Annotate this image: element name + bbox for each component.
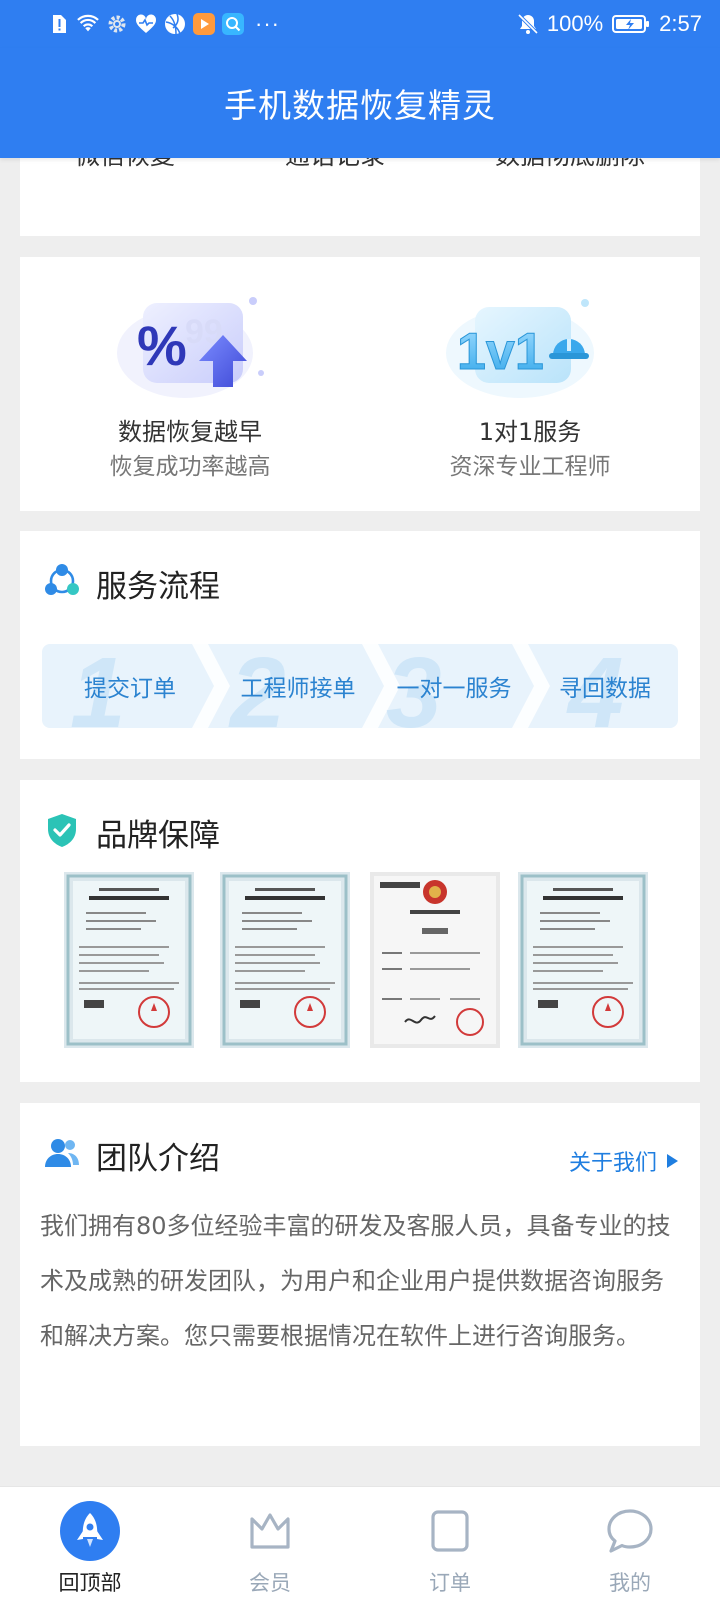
search-app-icon [222,13,244,35]
section-title: 品牌保障 [96,818,220,854]
nav-back-to-top[interactable]: 回顶部 [0,1487,180,1600]
nav-mine[interactable]: 我的 [540,1487,720,1600]
nav-label: 我的 [609,1571,651,1595]
battery-percent: 100% [546,11,604,36]
step-label: 提交订单 [84,676,176,702]
bottom-navigation: 回顶部 会员 订单 我的 [0,1486,720,1600]
status-bar: ··· 100% 2:57 [0,0,720,48]
page-title: 手机数据恢复精灵 [224,86,496,125]
process-steps: 1 提交订单 2 工程师接单 3 一对一服务 4 寻回数据 [42,637,678,749]
team-intro-card: 团队介绍 关于我们 我们拥有80多位经验丰富的研发及客服人员，具备专业的技术及成… [20,1103,700,1446]
nav-orders[interactable]: 订单 [360,1487,540,1600]
feature-title: 数据恢复越早 [118,418,262,446]
process-step: 1 提交订单 [42,637,218,749]
svg-text:%: % [137,314,187,377]
features-card: 99 % 数据恢复越早 恢复成功率越高 1v1 1对1服务 资深专业工程师 [20,257,700,511]
percent-arrow-icon: 99 % [117,297,264,398]
software-copyright-certificate[interactable] [518,872,648,1048]
nav-label: 回顶部 [58,1571,122,1595]
wifi-icon [77,13,99,35]
process-nodes-icon [45,564,79,595]
software-copyright-certificate[interactable] [220,872,350,1048]
about-us-label: 关于我们 [568,1151,657,1176]
order-icon [418,1499,482,1563]
step-label: 寻回数据 [559,676,651,702]
app-ball-icon [164,13,186,35]
chat-bubble-icon [598,1499,662,1563]
shield-check-icon [48,814,76,847]
step-label: 一对一服务 [396,676,512,702]
video-app-icon [193,13,215,35]
feature-subtitle: 恢复成功率越高 [109,454,271,480]
certificates-row [64,872,656,1048]
team-description: 我们拥有80多位经验丰富的研发及客服人员，具备专业的技术及成熟的研发团队，为用户… [40,1212,671,1350]
health-heart-icon [135,13,157,35]
software-copyright-certificate[interactable] [64,872,194,1048]
battery-charging-icon [611,13,651,35]
svg-text:1v1: 1v1 [457,323,544,381]
process-step: 3 一对一服务 [382,637,526,749]
feature-early-recovery: 99 % 数据恢复越早 恢复成功率越高 [20,257,360,511]
mute-bell-icon [517,13,539,35]
process-step: 2 工程师接单 [218,637,378,749]
play-arrow-icon [667,1154,678,1168]
clock: 2:57 [659,11,702,36]
team-people-icon [45,1139,79,1167]
about-us-link[interactable]: 关于我们 [569,1145,678,1177]
settings-gear-icon [106,13,128,35]
rocket-icon [58,1499,122,1563]
feature-one-on-one: 1v1 1对1服务 资深专业工程师 [360,257,700,511]
app-header: 手机数据恢复精灵 [0,48,720,158]
more-notifications-icon: ··· [255,11,280,36]
service-process-card: 服务流程 1 提交订单 2 工程师接单 3 一对一服务 4 寻回数据 [20,531,700,759]
sim-alert-icon [48,13,70,35]
nav-membership[interactable]: 会员 [180,1487,360,1600]
step-label: 工程师接单 [240,676,356,702]
crown-icon [238,1499,302,1563]
brand-guarantee-card: 品牌保障 [20,780,700,1082]
one-v-one-engineer-icon: 1v1 [446,299,594,398]
section-title: 团队介绍 [96,1141,220,1177]
section-title: 服务流程 [96,569,220,605]
trademark-registration-certificate[interactable] [370,872,500,1048]
process-step: 4 寻回数据 [532,637,678,749]
nav-label: 订单 [429,1571,471,1595]
feature-subtitle: 资深专业工程师 [449,454,611,480]
nav-label: 会员 [249,1571,291,1595]
feature-title: 1对1服务 [478,418,582,446]
